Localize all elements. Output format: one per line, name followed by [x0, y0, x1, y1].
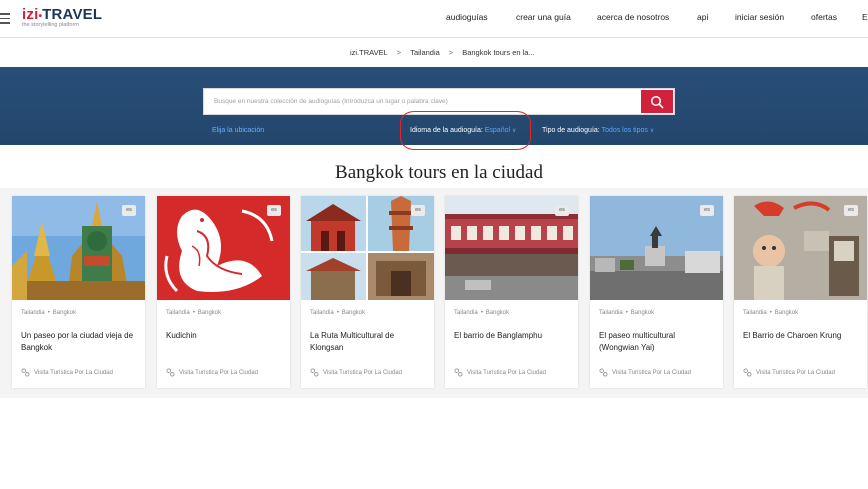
tour-card[interactable]: es Tailandia • Bangkok El barrio de Bangla…: [445, 196, 578, 388]
breadcrumb-home[interactable]: izi.TRAVEL: [350, 48, 388, 57]
tour-type-icon: [599, 368, 608, 377]
section-title: Bangkok tours en la ciudad: [335, 162, 543, 183]
language-badge: es: [700, 205, 714, 216]
tour-card-image[interactable]: es: [445, 196, 578, 300]
nav-ofertas[interactable]: ofertas: [811, 12, 837, 22]
search-icon: [650, 95, 664, 108]
tour-card[interactable]: es Tailandia • Bangkok Un paseo por la ciu…: [12, 196, 145, 388]
tour-card[interactable]: es Tailandia • Bangkok El Barrio de Charoe…: [734, 196, 867, 388]
type-filter-label: Tipo de audioguía:: [542, 127, 600, 134]
choose-location-link[interactable]: Elija la ubicación: [212, 127, 264, 134]
tour-title[interactable]: El paseo multicultural (Wongwian Yai): [599, 330, 717, 354]
tour-title[interactable]: Kudichin: [166, 330, 284, 342]
tour-location: Tailandia • Bangkok: [21, 310, 77, 316]
tour-location: Tailandia • Bangkok: [166, 310, 222, 316]
language-badge: es: [411, 205, 425, 216]
breadcrumb-country[interactable]: Tailandia: [410, 48, 440, 57]
language-badge: es: [555, 205, 569, 216]
tour-type: Visita Turística Por La Ciudad: [743, 368, 835, 377]
tour-card[interactable]: es Tailandia • Bangkok El paseo multicultu…: [590, 196, 723, 388]
tour-card-image[interactable]: es: [157, 196, 290, 300]
nav-acerca[interactable]: acerca de nosotros: [597, 12, 669, 22]
tour-title[interactable]: El barrio de Banglamphu: [454, 330, 572, 342]
tour-type: Visita Turística Por La Ciudad: [21, 368, 113, 377]
nav-audioguias[interactable]: audioguías: [446, 12, 488, 22]
tour-location: Tailandia • Bangkok: [743, 310, 799, 316]
tour-type: Visita Turística Por La Ciudad: [454, 368, 546, 377]
search-button[interactable]: [641, 90, 673, 113]
breadcrumb-separator: >: [396, 48, 402, 57]
tour-title[interactable]: El Barrio de Charoen Krung: [743, 330, 861, 342]
type-filter[interactable]: Tipo de audioguía: Todos los tipos ∨: [542, 127, 654, 134]
language-badge: es: [122, 205, 136, 216]
tour-location: Tailandia • Bangkok: [599, 310, 655, 316]
nav-api[interactable]: api: [697, 12, 708, 22]
tour-type-icon: [21, 368, 30, 377]
tour-card-image[interactable]: es: [590, 196, 723, 300]
type-filter-value[interactable]: Todos los tipos: [602, 127, 648, 134]
hamburger-menu-icon[interactable]: [0, 13, 10, 24]
tour-card-image[interactable]: es: [734, 196, 867, 300]
tour-card-image[interactable]: es: [12, 196, 145, 300]
tour-card-image[interactable]: es: [301, 196, 434, 300]
language-badge: es: [267, 205, 281, 216]
tour-title[interactable]: La Ruta Multicultural de Klongsan: [310, 330, 428, 354]
tour-type: Visita Turística Por La Ciudad: [166, 368, 258, 377]
tour-type: Visita Turística Por La Ciudad: [310, 368, 402, 377]
tour-type: Visita Turística Por La Ciudad: [599, 368, 691, 377]
tour-location: Tailandia • Bangkok: [454, 310, 510, 316]
tour-title[interactable]: Un paseo por la ciudad vieja de Bangkok: [21, 330, 139, 354]
tour-type-icon: [743, 368, 752, 377]
tour-type-icon: [166, 368, 175, 377]
chevron-down-icon: ∨: [649, 128, 655, 134]
top-header: izi•TRAVEL the storytelling platform aud…: [0, 0, 868, 38]
nav-iniciar-sesion[interactable]: iniciar sesión: [735, 12, 784, 22]
nav-language[interactable]: E: [862, 12, 868, 22]
tour-type-icon: [454, 368, 463, 377]
nav-crear-guia[interactable]: crear una guía: [516, 12, 571, 22]
breadcrumb-separator: >: [448, 48, 454, 57]
site-logo[interactable]: izi•TRAVEL the storytelling platform: [22, 6, 102, 28]
tour-location: Tailandia • Bangkok: [310, 310, 366, 316]
annotation-highlight-ellipse: [400, 111, 531, 150]
tour-card[interactable]: es Tailandia • Bangkok La Ruta Multicultur…: [301, 196, 434, 388]
breadcrumb: izi.TRAVEL > Tailandia > Bangkok tours en la…: [350, 48, 535, 57]
tour-type-icon: [310, 368, 319, 377]
language-badge: es: [844, 205, 858, 216]
breadcrumb-current: Bangkok tours en la...: [462, 48, 535, 57]
tour-card[interactable]: es Tailandia • Bangkok Kudichin Visita Tur…: [157, 196, 290, 388]
